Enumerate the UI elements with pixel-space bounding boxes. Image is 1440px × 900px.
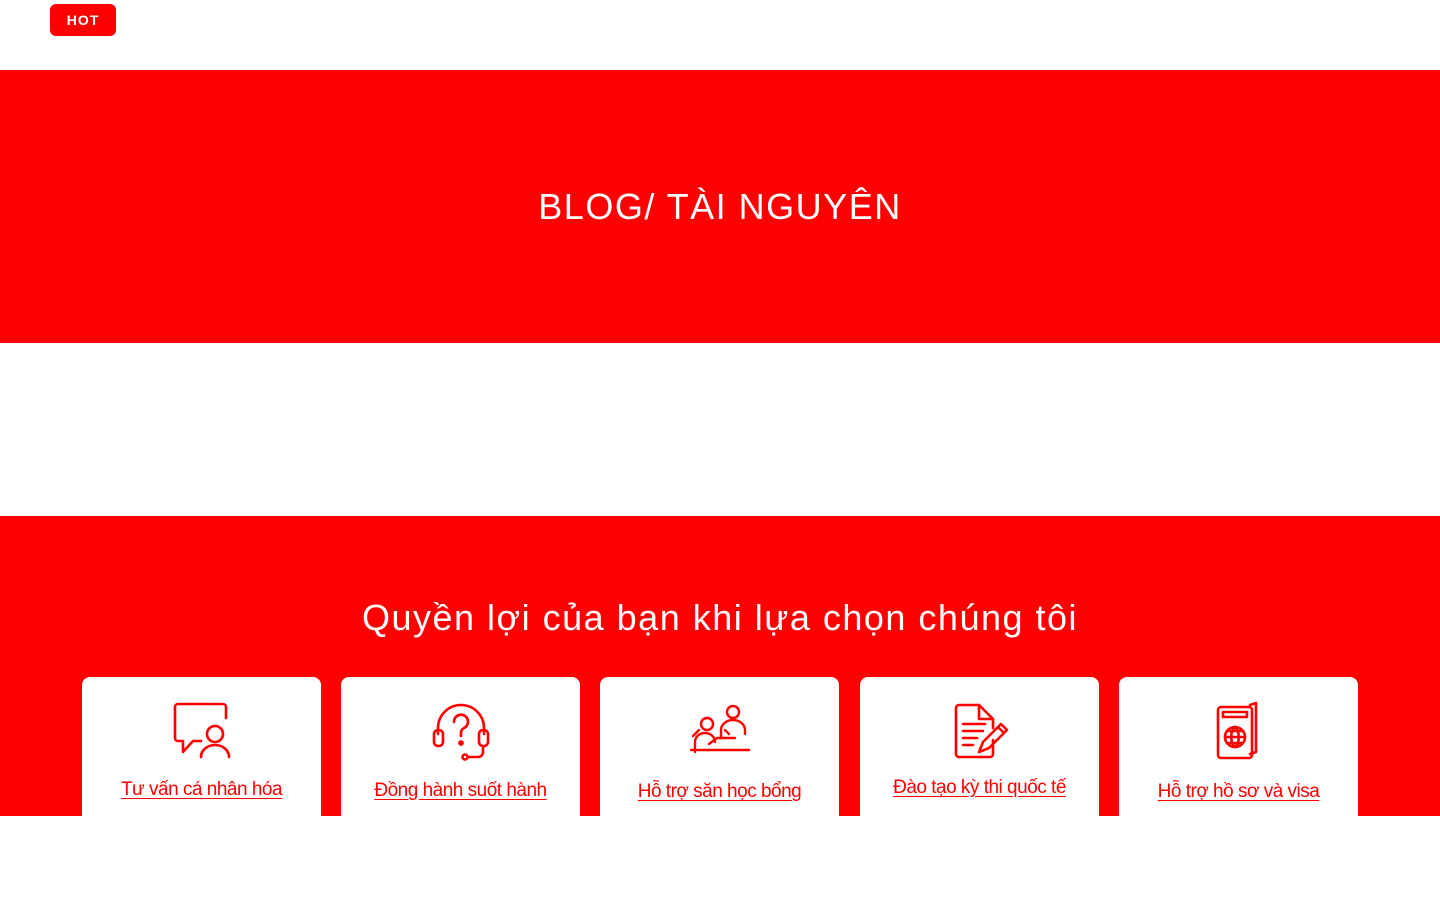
benefit-card-label: Đồng hành suốt hành [374,780,547,801]
benefit-card-label: Hỗ trợ săn học bổng [637,781,802,802]
passport-visa-icon [1119,701,1358,761]
benefit-card-intl-exam[interactable]: Đào tạo kỳ thi quốc tế [860,677,1099,816]
benefit-card-personal-consulting[interactable]: Tư vấn cá nhân hóa [82,677,321,816]
benefit-card-label: Hỗ trợ hồ sơ và visa [1157,781,1320,802]
benefits-section: Quyền lợi của bạn khi lựa chọn chúng tôi… [0,516,1440,816]
headset-question-icon [341,701,580,761]
page-title: BLOG/ TÀI NGUYÊN [538,186,902,227]
exam-document-pen-icon [860,701,1099,761]
page-footer-area [0,816,1440,900]
scholarship-study-icon [600,701,839,761]
consulting-chat-person-icon [82,701,321,761]
hot-badge[interactable]: HOT [50,4,116,36]
benefit-card-visa[interactable]: Hỗ trợ hồ sơ và visa [1119,677,1358,816]
benefit-card-label: Đào tạo kỳ thi quốc tế [893,777,1066,798]
benefit-card-scholarship[interactable]: Hỗ trợ săn học bổng [600,677,839,816]
benefit-card-companion[interactable]: Đồng hành suốt hành [341,677,580,816]
benefit-card-label: Tư vấn cá nhân hóa [120,779,283,800]
benefits-title: Quyền lợi của bạn khi lựa chọn chúng tôi [361,597,1079,638]
